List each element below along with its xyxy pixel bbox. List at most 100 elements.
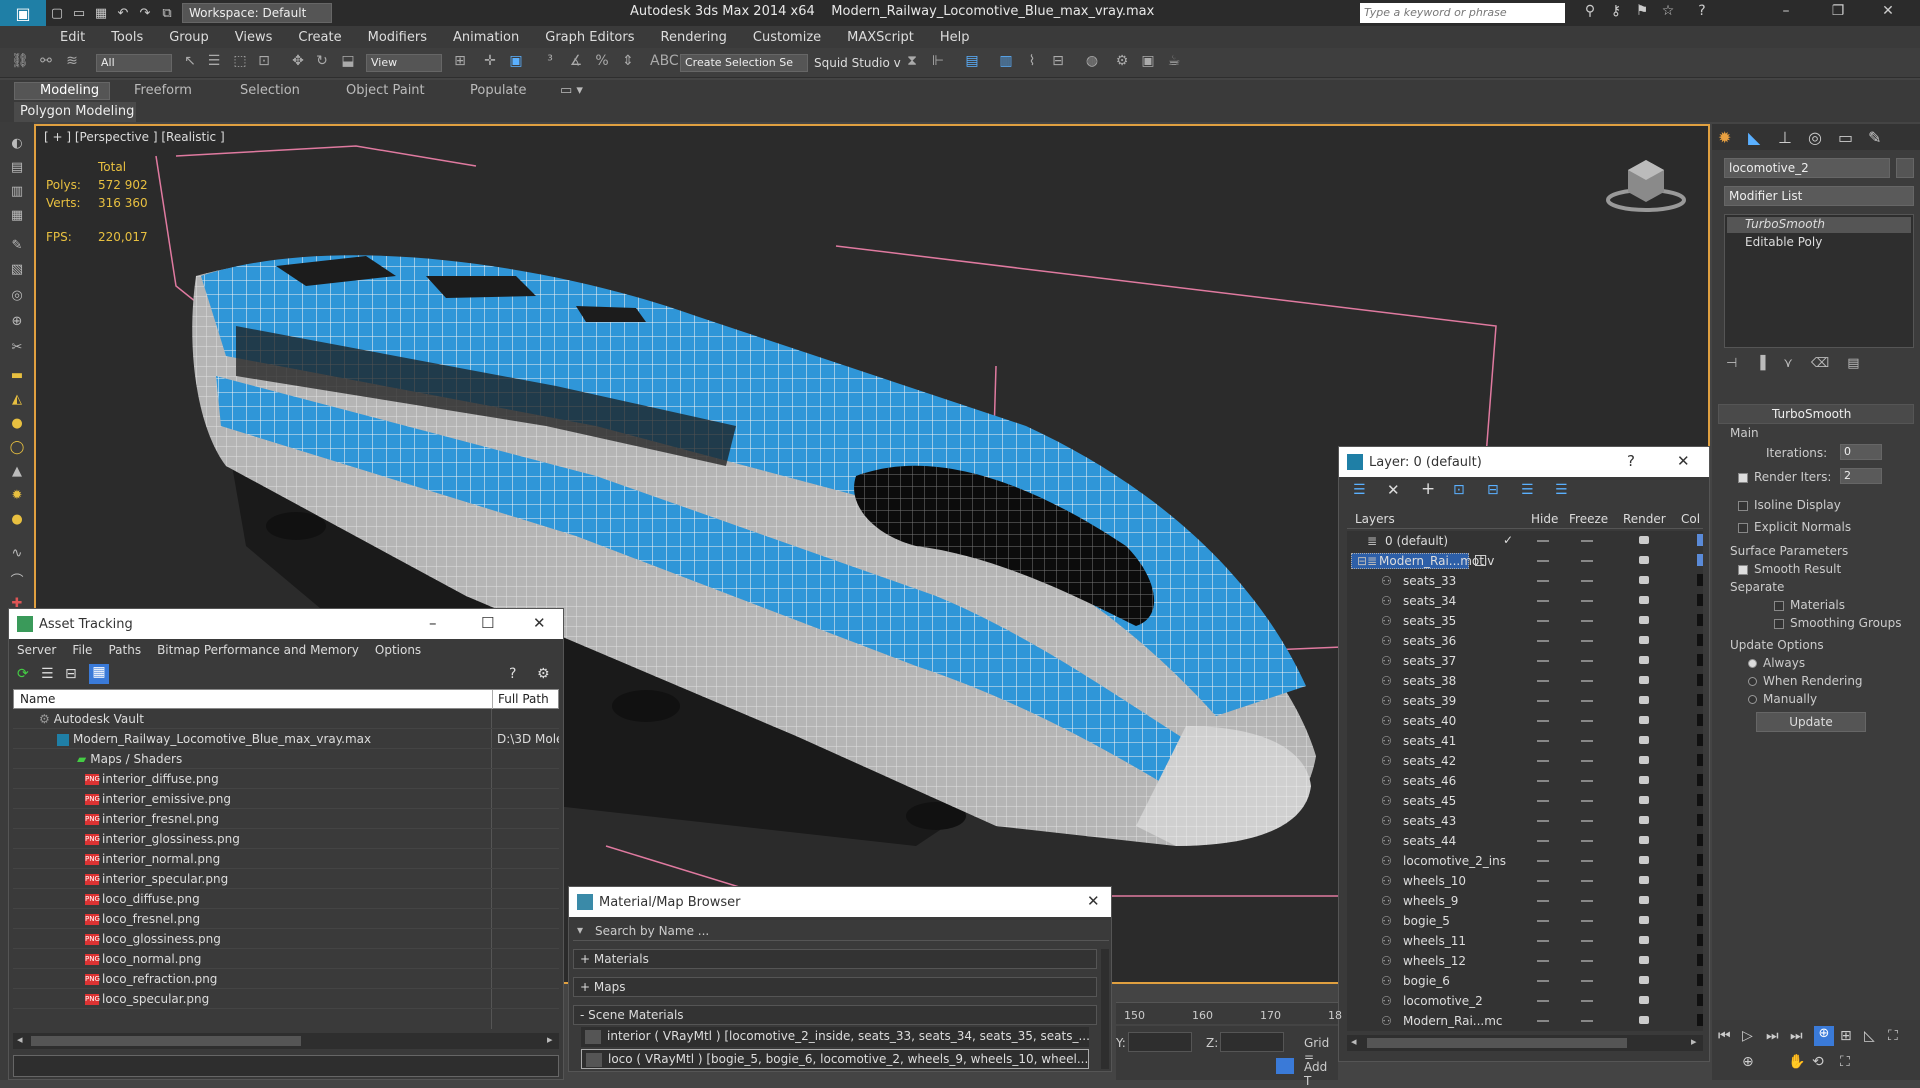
asset-path-field[interactable] bbox=[13, 1055, 559, 1077]
object-name-field[interactable]: locomotive_2 bbox=[1724, 158, 1890, 178]
col-color[interactable]: Col bbox=[1681, 512, 1700, 526]
freeze-toggle[interactable] bbox=[1581, 960, 1593, 962]
menu-graph-editors[interactable]: Graph Editors bbox=[545, 30, 634, 45]
layer-color-swatch[interactable] bbox=[1697, 994, 1703, 1006]
hide-toggle[interactable] bbox=[1537, 780, 1549, 782]
layer-manager-icon[interactable]: ▤ bbox=[962, 53, 982, 73]
layer-color-swatch[interactable] bbox=[1697, 954, 1703, 966]
hide-toggle[interactable] bbox=[1537, 840, 1549, 842]
layer-child-row[interactable]: ⚇ seats_40 bbox=[1347, 711, 1703, 731]
play-icon[interactable]: ▷ bbox=[1742, 1028, 1753, 1044]
scroll-left-icon[interactable]: ◂ bbox=[1351, 1035, 1357, 1048]
render-toggle-icon[interactable] bbox=[1639, 876, 1649, 884]
hide-toggle[interactable] bbox=[1537, 880, 1549, 882]
hide-toggle[interactable] bbox=[1537, 800, 1549, 802]
asset-file-row[interactable]: PNG loco_glossiness.png bbox=[13, 929, 559, 949]
layer-child-row[interactable]: ⚇ seats_39 bbox=[1347, 691, 1703, 711]
freeze-toggle[interactable] bbox=[1581, 760, 1593, 762]
asset-menu-server[interactable]: Server bbox=[17, 643, 56, 657]
hide-toggle[interactable] bbox=[1537, 680, 1549, 682]
layer-color-swatch[interactable] bbox=[1697, 694, 1703, 706]
layer-color-swatch[interactable] bbox=[1697, 894, 1703, 906]
strip-light-icon[interactable]: ✹ bbox=[8, 488, 26, 506]
layer-row-modern-railway[interactable]: ⊟ ≣ Modern_Rai...motiv bbox=[1347, 551, 1703, 571]
layer-child-row[interactable]: ⚇ seats_38 bbox=[1347, 671, 1703, 691]
hide-toggle[interactable] bbox=[1537, 580, 1549, 582]
asset-file-row[interactable]: PNG loco_refraction.png bbox=[13, 969, 559, 989]
layer-child-row[interactable]: ⚇ seats_45 bbox=[1347, 791, 1703, 811]
strip-tool-8-icon[interactable]: ⊕ bbox=[8, 314, 26, 332]
layer-child-row[interactable]: ⚇ seats_35 bbox=[1347, 611, 1703, 631]
named-selection-dropdown[interactable]: Create Selection Se bbox=[680, 54, 808, 72]
add-to-layer-icon[interactable]: + bbox=[1421, 479, 1435, 499]
layer-color-swatch[interactable] bbox=[1697, 654, 1703, 666]
render-toggle-icon[interactable] bbox=[1639, 616, 1649, 624]
orbit-icon[interactable]: ⟲ bbox=[1812, 1054, 1824, 1070]
close-icon[interactable]: ✕ bbox=[1878, 3, 1898, 23]
field-of-view-icon[interactable]: ◺ bbox=[1864, 1028, 1875, 1044]
render-toggle-icon[interactable] bbox=[1639, 856, 1649, 864]
layer-color-swatch[interactable] bbox=[1697, 854, 1703, 866]
render-toggle-icon[interactable] bbox=[1639, 696, 1649, 704]
freeze-toggle[interactable] bbox=[1581, 740, 1593, 742]
redo-icon[interactable]: ↷ bbox=[134, 3, 156, 23]
render-toggle-icon[interactable] bbox=[1639, 716, 1649, 724]
asset-help-icon[interactable]: ? bbox=[509, 666, 516, 682]
help-icon[interactable]: ? bbox=[1692, 3, 1712, 23]
render-toggle-icon[interactable] bbox=[1639, 836, 1649, 844]
asset-file-row[interactable]: PNG loco_specular.png bbox=[13, 989, 559, 1009]
keyboard-shortcut-icon[interactable]: ▣ bbox=[506, 53, 526, 73]
modifier-list-dropdown[interactable]: Modifier List bbox=[1724, 186, 1914, 206]
move-icon[interactable]: ✥ bbox=[288, 53, 308, 73]
menu-maxscript[interactable]: MAXScript bbox=[847, 30, 914, 45]
smooth-result-checkbox[interactable]: Smooth Result bbox=[1738, 562, 1841, 576]
modify-panel-icon[interactable]: ◣ bbox=[1748, 128, 1760, 147]
asset-row-maps[interactable]: ▰ Maps / Shaders bbox=[13, 749, 559, 769]
col-hide[interactable]: Hide bbox=[1531, 512, 1558, 526]
render-toggle-icon[interactable] bbox=[1639, 1016, 1649, 1024]
asset-minimize-icon[interactable]: – bbox=[429, 614, 437, 632]
strip-tool-7-icon[interactable]: ◎ bbox=[8, 288, 26, 306]
asset-file-row[interactable]: PNG interior_glossiness.png bbox=[13, 829, 559, 849]
render-toggle-icon[interactable] bbox=[1639, 976, 1649, 984]
asset-menu-bitmap[interactable]: Bitmap Performance and Memory bbox=[157, 643, 359, 657]
rect-selection-icon[interactable]: ⬚ bbox=[230, 53, 250, 73]
asset-window-titlebar[interactable]: Asset Tracking – ☐ ✕ bbox=[9, 609, 563, 639]
asset-close-icon[interactable]: ✕ bbox=[533, 614, 546, 632]
freeze-toggle[interactable] bbox=[1581, 840, 1593, 842]
stack-item-turbosmooth[interactable]: TurboSmooth bbox=[1745, 217, 1825, 231]
create-panel-icon[interactable]: ✹ bbox=[1718, 128, 1731, 147]
col-layers[interactable]: Layers bbox=[1355, 512, 1395, 526]
layer-child-row[interactable]: ⚇ locomotive_2 bbox=[1347, 991, 1703, 1011]
utilities-panel-icon[interactable]: ✎ bbox=[1868, 128, 1881, 147]
freeze-toggle[interactable] bbox=[1581, 980, 1593, 982]
zoom-icon[interactable]: ⊕ bbox=[1742, 1054, 1754, 1070]
edit-named-selection-icon[interactable]: ABC bbox=[650, 53, 679, 73]
select-object-icon[interactable]: ↖ bbox=[180, 53, 200, 73]
strip-tool-5-icon[interactable]: ✎ bbox=[8, 238, 26, 256]
add-time-tag-button[interactable]: Add T bbox=[1304, 1060, 1338, 1088]
layer-color-swatch[interactable] bbox=[1697, 614, 1703, 626]
layer-color-swatch[interactable] bbox=[1697, 634, 1703, 646]
freeze-toggle[interactable] bbox=[1581, 1000, 1593, 1002]
asset-col-path[interactable]: Full Path bbox=[498, 692, 549, 706]
collapse-icon[interactable]: ⊟ bbox=[1357, 554, 1367, 568]
render-toggle-icon[interactable] bbox=[1639, 756, 1649, 764]
tab-selection[interactable]: Selection bbox=[240, 83, 300, 98]
material-editor-icon[interactable]: ◍ bbox=[1082, 53, 1102, 73]
keyword-search-input[interactable]: Type a keyword or phrase bbox=[1360, 3, 1565, 23]
tab-populate[interactable]: Populate bbox=[470, 83, 527, 98]
align-icon[interactable]: ⊩ bbox=[928, 53, 948, 73]
material-search-input[interactable]: Search by Name ... bbox=[595, 924, 709, 938]
freeze-toggle[interactable] bbox=[1581, 720, 1593, 722]
delete-layer-icon[interactable]: ✕ bbox=[1387, 481, 1400, 499]
strip-tool-3-icon[interactable]: ▥ bbox=[8, 184, 26, 202]
minimize-icon[interactable]: – bbox=[1776, 3, 1796, 23]
selection-filter-dropdown[interactable]: All bbox=[96, 54, 172, 72]
asset-col-name[interactable]: Name bbox=[20, 692, 55, 706]
strip-pyramid-icon[interactable]: ▲ bbox=[8, 464, 26, 482]
freeze-toggle[interactable] bbox=[1581, 680, 1593, 682]
layer-child-row[interactable]: ⚇ seats_33 bbox=[1347, 571, 1703, 591]
smoothing-groups-checkbox[interactable]: Smoothing Groups bbox=[1774, 616, 1901, 630]
curve-editor-icon[interactable]: ⌇ bbox=[1022, 53, 1042, 73]
